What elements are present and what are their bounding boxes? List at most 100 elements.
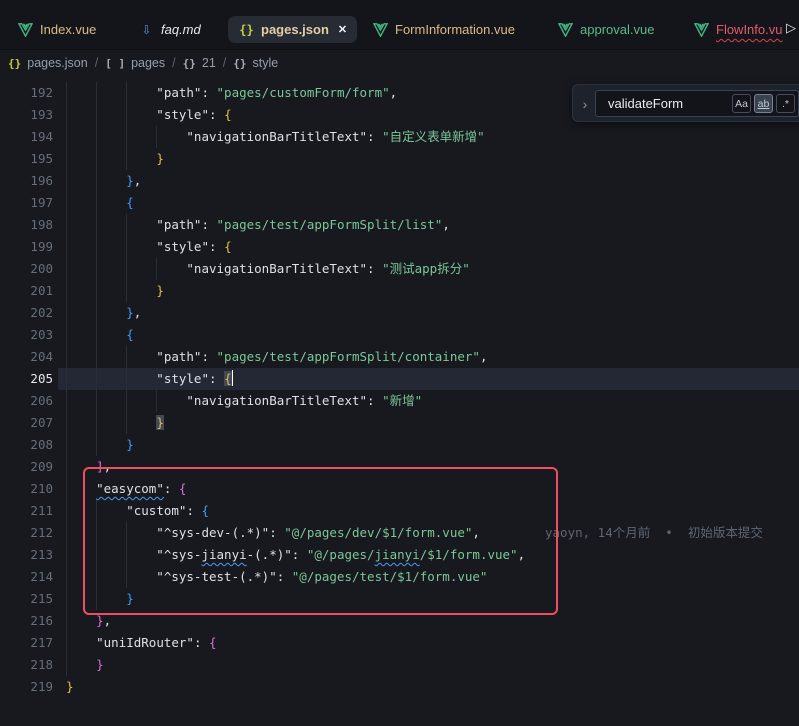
vue-file-icon [693, 22, 710, 38]
line-number[interactable]: 192 [0, 82, 53, 104]
text-cursor [232, 370, 234, 386]
code-text: { [66, 192, 134, 214]
close-tab-icon[interactable]: ✕ [338, 23, 347, 36]
line-number[interactable]: 201 [0, 280, 53, 302]
regex-icon: .* [782, 98, 789, 110]
code-line-196[interactable]: 196 }, [0, 170, 799, 192]
code-line-212[interactable]: 212 "^sys-dev-(.*)": "@/pages/dev/$1/for… [0, 522, 799, 544]
code-line-198[interactable]: 198 "path": "pages/test/appFormSplit/lis… [0, 214, 799, 236]
tab-approval-vue[interactable]: approval.vue [557, 16, 654, 43]
line-number[interactable]: 211 [0, 500, 53, 522]
line-number[interactable]: 212 [0, 522, 53, 544]
code-line-210[interactable]: 210 "easycom": { [0, 478, 799, 500]
line-number[interactable]: 209 [0, 456, 53, 478]
line-number[interactable]: 205 [0, 368, 53, 390]
tab-faq-md[interactable]: ⇩faq.md [138, 16, 201, 43]
code-line-216[interactable]: 216 }, [0, 610, 799, 632]
symbol-icon: {} [233, 57, 246, 70]
code-line-214[interactable]: 214 "^sys-test-(.*)": "@/pages/test/$1/f… [0, 566, 799, 588]
code-text: } [66, 412, 164, 434]
whole-word-button[interactable]: ab [754, 94, 773, 113]
breadcrumb-separator: / [172, 56, 175, 70]
code-text: "path": "pages/test/appFormSplit/list", [66, 214, 450, 236]
line-number[interactable]: 203 [0, 324, 53, 346]
line-number[interactable]: 207 [0, 412, 53, 434]
code-text: "easycom": { [66, 478, 186, 500]
tab-overflow-icon[interactable]: ▷ [786, 20, 796, 36]
tab-flowinfo-vu[interactable]: FlowInfo.vu [693, 16, 782, 43]
line-number[interactable]: 218 [0, 654, 53, 676]
breadcrumb-separator: / [95, 56, 98, 70]
line-number[interactable]: 215 [0, 588, 53, 610]
find-search-input[interactable]: validateForm Aa ab .* [595, 90, 799, 117]
line-number[interactable]: 217 [0, 632, 53, 654]
breadcrumb-item-pages[interactable]: [ ]pages [105, 56, 165, 70]
code-line-207[interactable]: 207 } [0, 412, 799, 434]
vue-file-icon [17, 22, 34, 38]
code-text: "^sys-jianyi-(.*)": "@/pages/jianyi/$1/f… [66, 544, 525, 566]
line-number[interactable]: 193 [0, 104, 53, 126]
line-number[interactable]: 194 [0, 126, 53, 148]
code-line-205[interactable]: 205 "style": { [0, 368, 799, 390]
code-line-203[interactable]: 203 { [0, 324, 799, 346]
breadcrumb-item-21[interactable]: {}21 [183, 56, 216, 70]
code-text: "uniIdRouter": { [66, 632, 217, 654]
code-line-200[interactable]: 200 "navigationBarTitleText": "测试app拆分" [0, 258, 799, 280]
line-number[interactable]: 196 [0, 170, 53, 192]
line-number[interactable]: 214 [0, 566, 53, 588]
tab-label: faq.md [161, 22, 201, 37]
code-line-206[interactable]: 206 "navigationBarTitleText": "新增" [0, 390, 799, 412]
code-line-208[interactable]: 208 } [0, 434, 799, 456]
line-number[interactable]: 198 [0, 214, 53, 236]
code-line-211[interactable]: 211 "custom": { [0, 500, 799, 522]
vscode-editor-window: Index.vue⇩faq.md{}pages.json✕FormInforma… [0, 0, 799, 726]
tab-label: pages.json [261, 22, 329, 37]
code-line-209[interactable]: 209 ], [0, 456, 799, 478]
line-number[interactable]: 195 [0, 148, 53, 170]
line-number[interactable]: 213 [0, 544, 53, 566]
breadcrumb-item-style[interactable]: {}style [233, 56, 278, 70]
line-number[interactable]: 208 [0, 434, 53, 456]
match-case-button[interactable]: Aa [732, 94, 751, 113]
regex-button[interactable]: .* [776, 94, 795, 113]
code-line-194[interactable]: 194 "navigationBarTitleText": "自定义表单新增" [0, 126, 799, 148]
line-number[interactable]: 206 [0, 390, 53, 412]
code-line-201[interactable]: 201 } [0, 280, 799, 302]
code-text: }, [66, 170, 141, 192]
code-line-218[interactable]: 218 } [0, 654, 799, 676]
code-line-195[interactable]: 195 } [0, 148, 799, 170]
find-collapse-chevron-icon[interactable]: › [578, 94, 592, 114]
line-number[interactable]: 200 [0, 258, 53, 280]
line-number[interactable]: 204 [0, 346, 53, 368]
code-line-197[interactable]: 197 { [0, 192, 799, 214]
tab-pages-json[interactable]: {} pages.json ✕ [228, 16, 357, 43]
tab-label: Index.vue [40, 22, 96, 37]
line-number[interactable]: 197 [0, 192, 53, 214]
line-number[interactable]: 219 [0, 676, 53, 698]
code-line-204[interactable]: 204 "path": "pages/test/appFormSplit/con… [0, 346, 799, 368]
breadcrumb-item-pages-json[interactable]: {}pages.json [8, 56, 88, 70]
json-file-icon: {} [238, 22, 255, 38]
editor-tab-bar: Index.vue ⇩faq.md {} pages.json ✕ FormInforma… [0, 0, 799, 50]
tab-label: FormInformation.vue [395, 22, 515, 37]
code-text: }, [66, 610, 111, 632]
code-text: } [66, 148, 164, 170]
code-line-217[interactable]: 217 "uniIdRouter": { [0, 632, 799, 654]
code-line-215[interactable]: 215 } [0, 588, 799, 610]
line-number[interactable]: 199 [0, 236, 53, 258]
line-number[interactable]: 210 [0, 478, 53, 500]
code-line-199[interactable]: 199 "style": { [0, 236, 799, 258]
code-line-213[interactable]: 213 "^sys-jianyi-(.*)": "@/pages/jianyi/… [0, 544, 799, 566]
code-line-219[interactable]: 219} [0, 676, 799, 698]
tab-index-vue[interactable]: Index.vue [17, 16, 96, 43]
code-line-202[interactable]: 202 }, [0, 302, 799, 324]
code-text: }, [66, 302, 141, 324]
code-text: } [66, 434, 134, 456]
line-number[interactable]: 202 [0, 302, 53, 324]
breadcrumb-label: 21 [202, 56, 216, 70]
breadcrumb-separator: / [223, 56, 226, 70]
find-query-text[interactable]: validateForm [608, 91, 683, 116]
vue-file-icon [557, 22, 574, 38]
tab-forminformation-vue[interactable]: FormInformation.vue [372, 16, 515, 43]
line-number[interactable]: 216 [0, 610, 53, 632]
